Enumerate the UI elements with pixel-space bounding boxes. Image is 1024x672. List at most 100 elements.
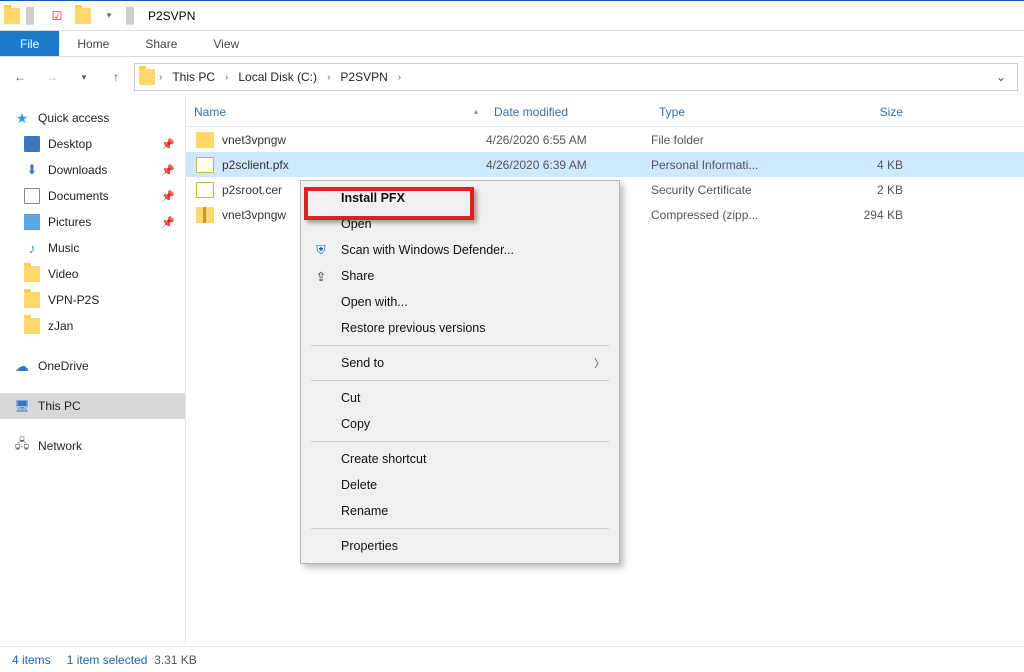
ctx-share[interactable]: ⇪ Share — [301, 263, 619, 289]
cloud-icon: ☁ — [14, 358, 30, 374]
qat-newfolder-icon[interactable] — [72, 5, 94, 27]
ctx-create-shortcut[interactable]: Create shortcut — [301, 446, 619, 472]
sidebar-onedrive[interactable]: ☁ OneDrive — [0, 353, 185, 379]
ctx-scan-defender[interactable]: ⛨ Scan with Windows Defender... — [301, 237, 619, 263]
context-menu: Install PFX Open ⛨ Scan with Windows Def… — [300, 180, 620, 564]
ctx-copy[interactable]: Copy — [301, 411, 619, 437]
nav-forward-button[interactable]: → — [38, 63, 66, 91]
ctx-label: Properties — [341, 539, 605, 553]
ctx-label: Restore previous versions — [341, 321, 605, 335]
file-size: 294 KB — [811, 208, 903, 222]
nav-pane: ★ Quick access Desktop 📌 ⬇ Downloads 📌 D… — [0, 97, 186, 643]
sidebar-item-desktop[interactable]: Desktop 📌 — [0, 131, 185, 157]
ctx-delete[interactable]: Delete — [301, 472, 619, 498]
sidebar-item-label: zJan — [48, 319, 73, 333]
ctx-label: Scan with Windows Defender... — [341, 243, 605, 257]
ctx-label: Open — [341, 217, 605, 231]
chevron-right-icon[interactable]: › — [327, 72, 330, 83]
defender-shield-icon: ⛨ — [311, 243, 331, 258]
breadcrumb-seg-1[interactable]: Local Disk (C:) — [232, 70, 323, 84]
sidebar-item-video[interactable]: Video — [0, 261, 185, 287]
col-name[interactable]: Name ▴ — [186, 97, 486, 126]
breadcrumb-seg-0[interactable]: This PC — [166, 70, 221, 84]
ctx-label: Rename — [341, 504, 605, 518]
computer-icon: 🖥 — [14, 398, 30, 414]
document-icon — [24, 188, 40, 204]
ctx-install-pfx[interactable]: Install PFX — [301, 185, 619, 211]
ctx-label: Copy — [341, 417, 605, 431]
nav-recent-dropdown[interactable]: ▾ — [70, 63, 98, 91]
col-date[interactable]: Date modified — [486, 97, 651, 126]
sidebar-item-music[interactable]: ♪ Music — [0, 235, 185, 261]
sidebar-item-label: Downloads — [48, 163, 107, 177]
submenu-arrow-icon: 〉 — [594, 355, 605, 371]
ctx-rename[interactable]: Rename — [301, 498, 619, 524]
file-row[interactable]: vnet3vpngw 4/26/2020 6:55 AM File folder — [186, 127, 1024, 152]
ctx-cut[interactable]: Cut — [301, 385, 619, 411]
status-selection: 1 item selected — [67, 653, 148, 667]
ctx-open-with[interactable]: Open with... — [301, 289, 619, 315]
pictures-icon — [24, 214, 40, 230]
breadcrumb-seg-2[interactable]: P2SVPN — [334, 70, 393, 84]
sidebar-item-label: Desktop — [48, 137, 92, 151]
chevron-right-icon[interactable]: › — [398, 72, 401, 83]
file-date: 4/26/2020 6:55 AM — [486, 133, 651, 147]
sidebar-item-label: VPN-P2S — [48, 293, 99, 307]
status-item-count: 4 items — [12, 653, 51, 667]
nav-back-button[interactable]: ← — [6, 63, 34, 91]
sidebar-item-vpnp2s[interactable]: VPN-P2S — [0, 287, 185, 313]
ctx-open[interactable]: Open — [301, 211, 619, 237]
ctx-restore-versions[interactable]: Restore previous versions — [301, 315, 619, 341]
col-type[interactable]: Type — [651, 97, 811, 126]
folder-icon — [196, 132, 214, 148]
sidebar-thispc[interactable]: 🖥 This PC — [0, 393, 185, 419]
sidebar-item-pictures[interactable]: Pictures 📌 — [0, 209, 185, 235]
desktop-icon — [24, 136, 40, 152]
ctx-label: Share — [341, 269, 605, 283]
ribbon-tab-home[interactable]: Home — [59, 31, 127, 56]
file-row-selected[interactable]: p2sclient.pfx 4/26/2020 6:39 AM Personal… — [186, 152, 1024, 177]
sidebar-item-downloads[interactable]: ⬇ Downloads 📌 — [0, 157, 185, 183]
ctx-properties[interactable]: Properties — [301, 533, 619, 559]
file-size: 4 KB — [811, 158, 903, 172]
navigation-row: ← → ▾ ↑ › This PC › Local Disk (C:) › P2… — [0, 57, 1024, 97]
col-size[interactable]: Size — [811, 97, 911, 126]
chevron-right-icon[interactable]: › — [225, 72, 228, 83]
certificate-icon — [196, 157, 214, 173]
nav-up-button[interactable]: ↑ — [102, 63, 130, 91]
ribbon-tab-share[interactable]: Share — [127, 31, 195, 56]
address-history-dropdown[interactable]: ⌄ — [989, 64, 1013, 90]
address-bar[interactable]: › This PC › Local Disk (C:) › P2SVPN › ⌄ — [134, 63, 1018, 91]
sidebar-item-label: Video — [48, 267, 78, 281]
titlebar-sep2 — [126, 7, 134, 25]
ribbon-tab-view[interactable]: View — [195, 31, 257, 56]
file-name: vnet3vpngw — [222, 133, 286, 147]
file-type: Security Certificate — [651, 183, 811, 197]
file-size: 2 KB — [811, 183, 903, 197]
titlebar-sep — [26, 7, 34, 25]
file-name: p2sclient.pfx — [222, 158, 289, 172]
sidebar-item-label: OneDrive — [38, 359, 89, 373]
qat-dropdown-icon[interactable]: ▾ — [98, 5, 120, 27]
folder-icon — [24, 292, 40, 308]
sidebar-item-label: Network — [38, 439, 82, 453]
ctx-send-to[interactable]: Send to 〉 — [301, 350, 619, 376]
sidebar-item-label: Quick access — [38, 111, 109, 125]
sidebar-item-documents[interactable]: Documents 📌 — [0, 183, 185, 209]
chevron-right-icon[interactable]: › — [159, 72, 162, 83]
sidebar-item-zjan[interactable]: zJan — [0, 313, 185, 339]
folder-icon — [24, 318, 40, 334]
ctx-separator — [311, 441, 609, 442]
pin-icon: 📌 — [161, 138, 175, 151]
download-icon: ⬇ — [24, 162, 40, 178]
ctx-separator — [311, 528, 609, 529]
pin-icon: 📌 — [161, 190, 175, 203]
ctx-label: Create shortcut — [341, 452, 605, 466]
sidebar-network[interactable]: 🖧 Network — [0, 433, 185, 459]
file-name: p2sroot.cer — [222, 183, 282, 197]
ctx-label: Delete — [341, 478, 605, 492]
sidebar-quick-access[interactable]: ★ Quick access — [0, 105, 185, 131]
ribbon-file-tab[interactable]: File — [0, 31, 59, 56]
qat-properties-icon[interactable]: ☑ — [46, 5, 68, 27]
file-name: vnet3vpngw — [222, 208, 286, 222]
